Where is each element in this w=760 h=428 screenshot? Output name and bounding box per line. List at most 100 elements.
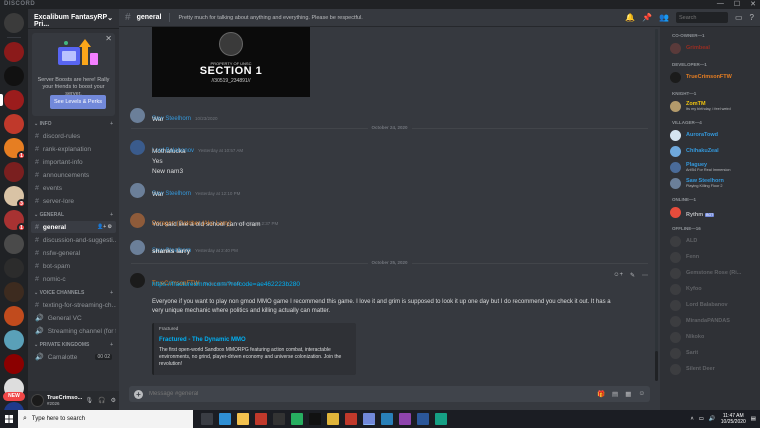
member-item[interactable]: ALD (664, 233, 756, 249)
channel-discussion-and-suggesti[interactable]: # discussion-and-suggesti... (31, 234, 116, 246)
plus-icon[interactable]: + (110, 341, 113, 350)
channel-general[interactable]: # general 👤+ ⚙ (31, 221, 116, 233)
server-icon[interactable] (4, 330, 24, 350)
member-item[interactable]: Silent Deer (664, 361, 756, 377)
channel-server-lore[interactable]: # server-lore (31, 195, 116, 207)
close-icon[interactable]: ✕ (105, 34, 112, 43)
see-levels-button[interactable]: See Levels & Perks (50, 95, 106, 109)
channel-nomic-c[interactable]: # nomic-c (31, 273, 116, 285)
server-icon[interactable] (4, 354, 24, 374)
app-other-icon[interactable] (435, 413, 447, 425)
headphones-icon[interactable]: 🎧 (98, 397, 105, 404)
channel-bot-spam[interactable]: # bot-spam (31, 260, 116, 272)
app-filezilla-icon[interactable] (345, 413, 357, 425)
channel-rank-explanation[interactable]: # rank-explanation (31, 143, 116, 155)
channel-discord-rules[interactable]: # discord-rules (31, 130, 116, 142)
avatar[interactable] (130, 273, 145, 288)
invite-icon[interactable]: 👤+ ⚙ (97, 224, 112, 230)
file-explorer-icon[interactable] (237, 413, 249, 425)
taskbar-search[interactable]: ⌕ Type here to search (18, 410, 193, 428)
avatar[interactable] (31, 394, 44, 407)
add-reaction-icon[interactable]: ☺+ (613, 272, 623, 279)
member-item[interactable]: ZomTM Its my birthday, i feel weird (664, 98, 756, 114)
avatar[interactable] (130, 213, 145, 228)
member-item[interactable]: AuroraTowd (664, 127, 756, 143)
server-icon[interactable] (4, 13, 24, 33)
app-blue-icon[interactable] (381, 413, 393, 425)
search-input[interactable] (675, 12, 728, 23)
edge-icon[interactable] (219, 413, 231, 425)
plus-icon[interactable]: + (110, 289, 113, 298)
channel-general-vc[interactable]: 🔊 General VC (31, 312, 116, 324)
microphone-icon[interactable]: 🎙 (86, 397, 94, 404)
server-icon[interactable] (4, 234, 24, 254)
member-item[interactable]: Saw Steelhorn Playing Killing Floor 2 (664, 175, 756, 191)
server-icon[interactable]: 1 (4, 138, 26, 160)
inbox-icon[interactable]: ▭ (735, 13, 743, 22)
server-icon[interactable] (4, 66, 24, 86)
avatar[interactable] (130, 240, 145, 255)
server-icon[interactable]: 1 (4, 210, 26, 232)
edit-icon[interactable]: ✎ (630, 272, 635, 279)
category-header[interactable]: ⌄ PRIVATE KINGDOMS + (28, 341, 119, 350)
server-icon[interactable] (0, 90, 24, 110)
plus-icon[interactable]: + (110, 120, 113, 129)
server-icon[interactable]: 1 (4, 402, 24, 410)
plus-icon[interactable]: + (134, 389, 143, 399)
channel-texting-for-streaming-ch[interactable]: # texting-for-streaming-ch... (31, 299, 116, 311)
app-purple-icon[interactable] (399, 413, 411, 425)
category-header[interactable]: ⌄ INFO + (28, 120, 119, 129)
network-icon[interactable]: ▭ (699, 416, 704, 422)
app-red-icon[interactable] (255, 413, 267, 425)
gift-icon[interactable]: 🎁 (597, 390, 605, 398)
close-button[interactable]: ✕ (750, 0, 756, 8)
avatar[interactable] (130, 108, 145, 123)
gif-icon[interactable]: ▤ (612, 390, 618, 398)
channel-announcements[interactable]: # announcements (31, 169, 116, 181)
emoji-icon[interactable]: ☺ (638, 390, 645, 398)
scrollbar-thumb[interactable] (655, 351, 658, 381)
member-item[interactable]: Fenn (664, 249, 756, 265)
app-green-icon[interactable] (291, 413, 303, 425)
channel-important-info[interactable]: # important-info (31, 156, 116, 168)
task-view-icon[interactable] (201, 413, 213, 425)
server-icon[interactable] (4, 282, 24, 302)
chevron-up-icon[interactable]: ˄ (690, 416, 693, 422)
member-item[interactable]: Lord Balabanov (664, 297, 756, 313)
volume-icon[interactable]: 🔊 (709, 416, 716, 422)
discord-icon[interactable] (363, 413, 375, 425)
gear-icon[interactable]: ⚙ (111, 397, 116, 404)
image-attachment[interactable]: PROPERTY OF UNSC SECTION 1 //30519_23489… (152, 27, 310, 97)
server-icon[interactable]: 3 (4, 186, 26, 208)
channel-events[interactable]: # events (31, 182, 116, 194)
server-icon[interactable] (4, 306, 24, 326)
app-chrome-icon[interactable] (327, 413, 339, 425)
avatar[interactable] (130, 183, 145, 198)
channel-nsfw-general[interactable]: # nsfw-general (31, 247, 116, 259)
app-word-icon[interactable] (417, 413, 429, 425)
message-link[interactable]: https://fracturedmmo.com/?refcode=ae4622… (152, 281, 300, 288)
pin-icon[interactable]: 📌 (642, 13, 652, 22)
server-icon[interactable] (4, 42, 24, 62)
bell-icon[interactable]: 🔔 (625, 13, 635, 22)
message-input[interactable] (149, 391, 597, 397)
member-item[interactable]: Grimbeal (664, 40, 756, 56)
sticker-icon[interactable]: ▦ (625, 390, 631, 398)
avatar[interactable] (130, 140, 145, 155)
embed-title[interactable]: Fractured - The Dynamic MMO (159, 337, 351, 343)
channel-camalotte[interactable]: 🔊 Camalotte 00 02 (31, 351, 116, 363)
category-header[interactable]: ⌄ GENERAL + (28, 211, 119, 220)
plus-icon[interactable]: + (110, 211, 113, 220)
member-item[interactable]: Nikoko (664, 329, 756, 345)
server-icon[interactable] (4, 258, 24, 278)
server-icon[interactable] (4, 114, 24, 134)
windows-start-button[interactable] (0, 410, 18, 428)
member-item[interactable]: Gemstone Rose (Ri... (664, 265, 756, 281)
member-item[interactable]: Rythm BOT (664, 204, 756, 220)
help-icon[interactable]: ? (750, 13, 754, 22)
minimize-button[interactable]: — (717, 0, 724, 8)
server-header[interactable]: Excalibum FantasyRP Pri... ⌄ (28, 9, 119, 29)
members-icon[interactable]: 👥 (659, 13, 669, 22)
member-item[interactable]: ChihakuZeal (664, 143, 756, 159)
scrollbar-track[interactable] (655, 29, 658, 379)
